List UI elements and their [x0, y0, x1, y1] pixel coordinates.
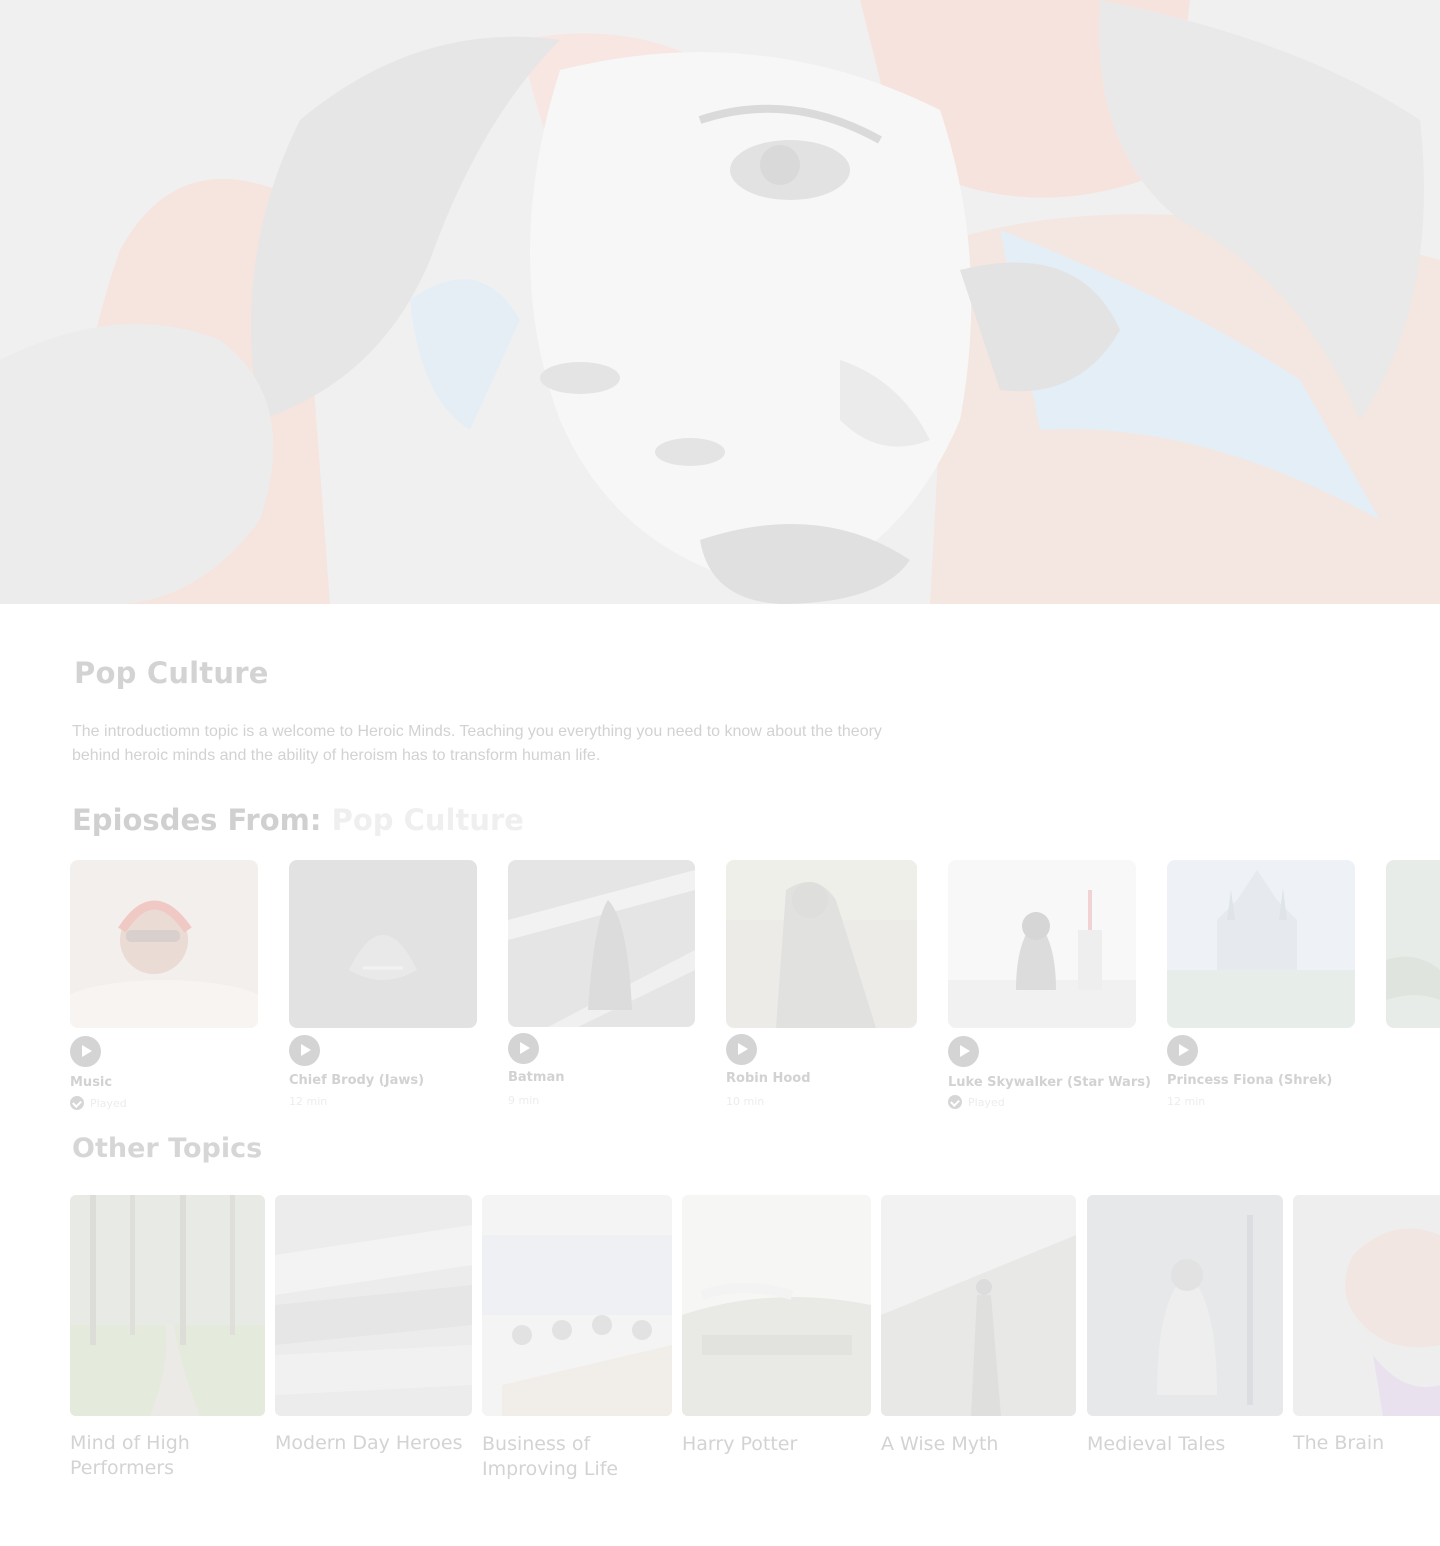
topic-card-label[interactable]: Medieval Tales	[1087, 1432, 1283, 1457]
episode-meta-text: Played	[90, 1096, 127, 1110]
other-topics-heading: Other Topics	[72, 1133, 263, 1164]
episode-meta-text: 12 min	[1167, 1095, 1206, 1108]
topic-card-label[interactable]: Modern Day Heroes	[275, 1431, 472, 1456]
play-button[interactable]	[508, 1033, 539, 1064]
topic-card-label[interactable]: Harry Potter	[682, 1432, 871, 1457]
topic-card-label[interactable]: Mind of High Performers	[70, 1431, 265, 1481]
topic-card-label[interactable]: A Wise Myth	[881, 1432, 1076, 1457]
episode-thumbnail[interactable]	[1167, 860, 1355, 1028]
topic-image	[881, 1195, 1076, 1416]
play-button[interactable]	[726, 1034, 757, 1065]
episode-status: Played	[948, 1095, 1005, 1109]
topic-image	[1293, 1195, 1440, 1416]
episode-status: 12 min	[289, 1095, 327, 1108]
episode-thumbnail[interactable]	[289, 860, 477, 1028]
topic-card-thumbnail[interactable]	[275, 1195, 472, 1416]
topic-image	[1087, 1195, 1283, 1416]
topic-description: The introductiomn topic is a welcome to …	[72, 723, 882, 764]
topic-card-label[interactable]: Business of Improving Life	[482, 1432, 672, 1482]
topic-card-thumbnail[interactable]	[70, 1195, 265, 1416]
episode-title[interactable]: Batman	[508, 1070, 564, 1085]
episode-status: 12 min	[1167, 1095, 1205, 1108]
episode-status: 10 min	[726, 1095, 764, 1108]
play-button[interactable]	[1167, 1035, 1198, 1066]
topic-card-thumbnail[interactable]	[482, 1195, 672, 1416]
episode-meta-text: 9 min	[508, 1094, 540, 1107]
play-button[interactable]	[70, 1036, 101, 1067]
check-icon	[70, 1096, 84, 1110]
episode-thumbnail[interactable]	[726, 860, 917, 1028]
page-title: Pop Culture	[74, 656, 269, 690]
episode-thumbnail[interactable]	[948, 860, 1136, 1028]
play-button[interactable]	[289, 1035, 320, 1066]
episode-image	[1167, 860, 1355, 1028]
episodes-heading: Epiosdes From: Pop Culture	[72, 803, 524, 837]
episode-meta-text: 12 min	[289, 1095, 328, 1108]
topic-card-label[interactable]: The Brain	[1293, 1431, 1440, 1456]
episode-thumbnail[interactable]	[70, 860, 258, 1028]
topic-card-thumbnail[interactable]	[1293, 1195, 1440, 1416]
episode-image	[726, 860, 917, 1028]
episode-thumbnail[interactable]	[1386, 860, 1440, 1028]
episode-title[interactable]: Princess Fiona (Shrek)	[1167, 1073, 1332, 1088]
episode-image	[289, 860, 477, 1028]
episodes-heading-topic: Pop Culture	[331, 803, 524, 837]
topic-card-thumbnail[interactable]	[682, 1195, 871, 1416]
topic-image	[275, 1195, 472, 1416]
episode-meta-text: 10 min	[726, 1095, 765, 1108]
episodes-heading-prefix: Epiosdes From:	[72, 803, 322, 837]
topic-image	[70, 1195, 265, 1416]
episode-status: 9 min	[508, 1094, 539, 1107]
play-button[interactable]	[948, 1036, 979, 1067]
episode-status: Played	[70, 1096, 127, 1110]
check-icon	[948, 1095, 962, 1109]
episode-title[interactable]: Chief Brody (Jaws)	[289, 1073, 424, 1088]
episode-title[interactable]: Music	[70, 1075, 112, 1090]
episode-image	[1386, 860, 1440, 1028]
episode-meta-text: Played	[968, 1095, 1005, 1109]
topic-image	[482, 1195, 672, 1416]
episode-image	[948, 860, 1136, 1028]
episode-thumbnail[interactable]	[508, 860, 695, 1027]
episode-title[interactable]: Robin Hood	[726, 1071, 811, 1086]
hero-image	[0, 0, 1440, 604]
episode-title[interactable]: Luke Skywalker (Star Wars)	[948, 1075, 1151, 1090]
episode-image	[70, 860, 258, 1028]
topic-image	[682, 1195, 871, 1416]
topic-card-thumbnail[interactable]	[1087, 1195, 1283, 1416]
topic-card-thumbnail[interactable]	[881, 1195, 1076, 1416]
hero-illustration	[0, 0, 1440, 604]
episode-image	[508, 860, 695, 1027]
